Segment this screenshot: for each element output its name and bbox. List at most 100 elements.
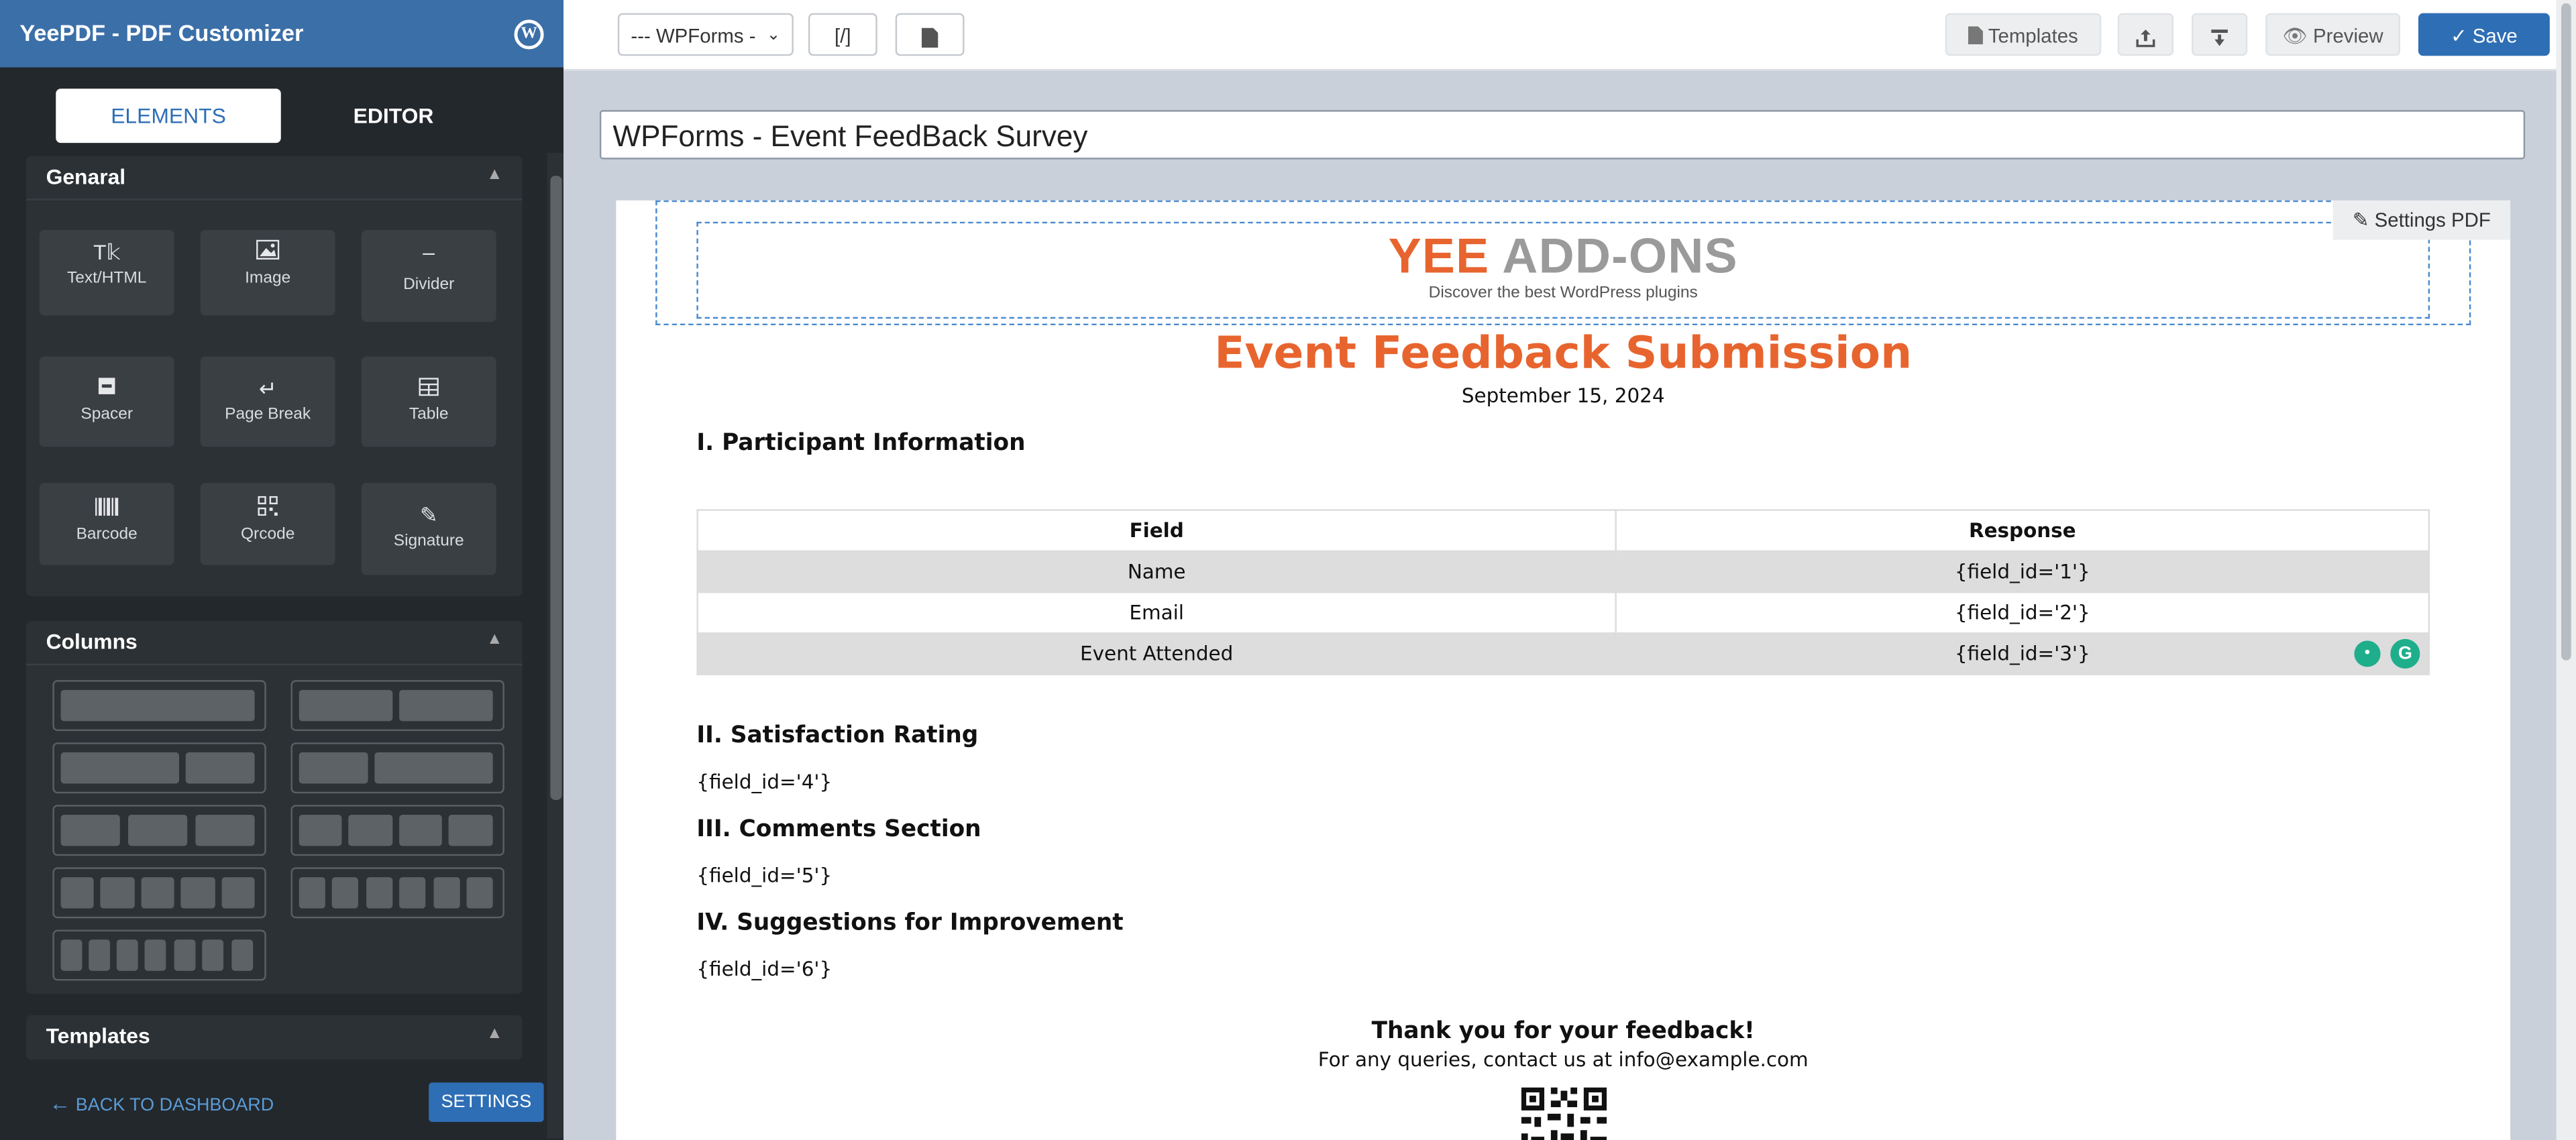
back-to-dashboard-link[interactable]: ← BACK TO DASHBOARD bbox=[49, 1091, 274, 1116]
main-scrollbar-track[interactable] bbox=[2556, 0, 2576, 1140]
arrow-left-icon: ← bbox=[49, 1090, 71, 1116]
save-button[interactable]: ✓ Save bbox=[2418, 13, 2550, 56]
column-layout-2-1[interactable] bbox=[52, 742, 266, 794]
element-divider[interactable]: – Divider bbox=[361, 229, 496, 323]
element-label: Image bbox=[245, 269, 291, 288]
table-cell: Name bbox=[696, 550, 1617, 593]
chevron-up-icon[interactable]: ▲ bbox=[486, 631, 502, 649]
column-layout-6[interactable] bbox=[290, 867, 504, 919]
grammarly-icon[interactable]: G bbox=[2390, 638, 2420, 669]
table-cell: Event Attended bbox=[696, 632, 1617, 675]
element-spacer[interactable]: Spacer bbox=[39, 356, 174, 447]
back-to-dashboard-label: BACK TO DASHBOARD bbox=[75, 1095, 274, 1116]
sidebar-header: YeePDF - PDF Customizer W bbox=[0, 0, 564, 68]
section-heading-4: IV. Suggestions for Improvement bbox=[696, 910, 1124, 937]
column-layout-4[interactable] bbox=[290, 805, 504, 856]
table-header: Response bbox=[1615, 509, 2430, 553]
spacer-icon bbox=[40, 376, 174, 402]
text-icon: T𝕜 bbox=[93, 239, 121, 265]
templates-button[interactable]: Templates bbox=[1945, 13, 2102, 56]
table-cell: {field_id='2'} bbox=[1615, 591, 2430, 634]
contact-text: For any queries, contact us at info@exam… bbox=[1318, 1047, 1809, 1072]
column-layout-5[interactable] bbox=[52, 867, 266, 919]
wordpress-icon[interactable]: W bbox=[514, 19, 544, 50]
qrcode-image bbox=[1521, 1087, 1607, 1140]
image-icon bbox=[201, 239, 335, 266]
element-label: Spacer bbox=[80, 406, 133, 424]
element-page-break[interactable]: ↵ Page Break bbox=[200, 356, 335, 447]
pdf-page: ✎ Settings PDF YEE ADD-ONS Discover the … bbox=[616, 200, 2511, 1140]
template-icon bbox=[1968, 25, 1988, 48]
signature-icon: ✎ bbox=[419, 502, 438, 528]
divider-icon: – bbox=[423, 239, 435, 265]
table-row: Email {field_id='2'} bbox=[696, 591, 2430, 634]
table-icon bbox=[362, 376, 496, 402]
eye-icon: 👁 bbox=[2282, 24, 2308, 48]
download-icon bbox=[2210, 25, 2229, 48]
page-break-icon: ↵ bbox=[258, 376, 277, 401]
form-select-value: --- WPForms - bbox=[631, 24, 756, 48]
general-panel-header[interactable]: Genaral ▲ bbox=[26, 156, 523, 201]
export-button[interactable] bbox=[2117, 13, 2174, 56]
field-placeholder-5: {field_id='5'} bbox=[696, 864, 833, 887]
lightbulb-icon[interactable]: • bbox=[2354, 640, 2381, 667]
column-layout-1[interactable] bbox=[52, 680, 266, 732]
brand-logo: YEE ADD-ONS bbox=[616, 230, 2510, 286]
pencil-icon: ✎ bbox=[2352, 209, 2369, 232]
section-heading-2: II. Satisfaction Rating bbox=[696, 722, 979, 750]
chevron-up-icon[interactable]: ▲ bbox=[486, 166, 502, 184]
settings-button[interactable]: SETTINGS bbox=[429, 1082, 544, 1123]
logo-tagline: Discover the best WordPress plugins bbox=[1428, 284, 1698, 302]
qrcode-icon bbox=[201, 496, 335, 522]
chevron-up-icon[interactable]: ▲ bbox=[486, 1025, 502, 1043]
document-title-input[interactable]: WPForms - Event FeedBack Survey bbox=[599, 110, 2526, 160]
field-placeholder-4: {field_id='4'} bbox=[696, 770, 833, 794]
import-button[interactable] bbox=[2191, 13, 2248, 56]
column-layout-3[interactable] bbox=[52, 805, 266, 856]
element-label: Qrcode bbox=[241, 525, 295, 544]
general-panel: Genaral ▲ T𝕜 Text/HTML Image – Divider S… bbox=[26, 156, 523, 597]
element-table[interactable]: Table bbox=[361, 356, 496, 447]
editor-main: --- WPForms - ⌄ [/] Templates 👁 Preview … bbox=[564, 0, 2576, 1140]
logo-part2: ADD-ONS bbox=[1502, 229, 1738, 284]
table-cell: Email bbox=[696, 591, 1617, 634]
field-placeholder-6: {field_id='6'} bbox=[696, 958, 833, 981]
form-select[interactable]: --- WPForms - ⌄ bbox=[617, 13, 794, 56]
table-cell: {field_id='3'} bbox=[1615, 632, 2430, 675]
columns-panel-header[interactable]: Columns ▲ bbox=[26, 621, 523, 666]
document-heading: Event Feedback Submission bbox=[1214, 328, 1913, 380]
templates-panel: Templates ▲ bbox=[26, 1015, 523, 1060]
chevron-down-icon: ⌄ bbox=[766, 26, 781, 45]
main-scrollbar-thumb[interactable] bbox=[2561, 3, 2571, 661]
section-heading-1: I. Participant Information bbox=[696, 430, 1026, 457]
logo-part1: YEE bbox=[1388, 229, 1490, 284]
check-icon: ✓ bbox=[2450, 24, 2467, 48]
element-signature[interactable]: ✎ Signature bbox=[361, 483, 496, 575]
column-layout-1-2[interactable] bbox=[290, 742, 504, 794]
sidebar-scrollbar-thumb[interactable] bbox=[550, 176, 562, 800]
element-label: Barcode bbox=[76, 525, 138, 544]
toolbar: --- WPForms - ⌄ [/] Templates 👁 Preview … bbox=[564, 0, 2557, 71]
document-button[interactable] bbox=[895, 13, 965, 56]
element-text-html[interactable]: T𝕜 Text/HTML bbox=[39, 229, 174, 316]
tab-editor[interactable]: EDITOR bbox=[281, 89, 506, 143]
columns-panel-title: Columns bbox=[46, 629, 138, 654]
element-barcode[interactable]: Barcode bbox=[39, 483, 174, 565]
upload-icon bbox=[2136, 25, 2155, 48]
app-title: YeePDF - PDF Customizer bbox=[19, 19, 304, 46]
table-header: Field bbox=[696, 509, 1617, 553]
templates-panel-header[interactable]: Templates ▲ bbox=[26, 1015, 523, 1058]
element-label: Divider bbox=[403, 276, 455, 294]
column-layout-2[interactable] bbox=[290, 680, 504, 732]
columns-panel: Columns ▲ bbox=[26, 620, 523, 994]
preview-button[interactable]: 👁 Preview bbox=[2265, 13, 2400, 56]
sidebar: YeePDF - PDF Customizer W ELEMENTS EDITO… bbox=[0, 0, 564, 1140]
element-label: Signature bbox=[393, 532, 464, 551]
grammarly-widget[interactable]: • G bbox=[2354, 638, 2426, 672]
element-image[interactable]: Image bbox=[200, 229, 335, 316]
column-layout-7[interactable] bbox=[52, 929, 266, 981]
table-cell: {field_id='1'} bbox=[1615, 550, 2430, 593]
shortcode-button[interactable]: [/] bbox=[808, 13, 877, 56]
element-qrcode[interactable]: Qrcode bbox=[200, 483, 335, 565]
tab-elements[interactable]: ELEMENTS bbox=[56, 89, 281, 144]
